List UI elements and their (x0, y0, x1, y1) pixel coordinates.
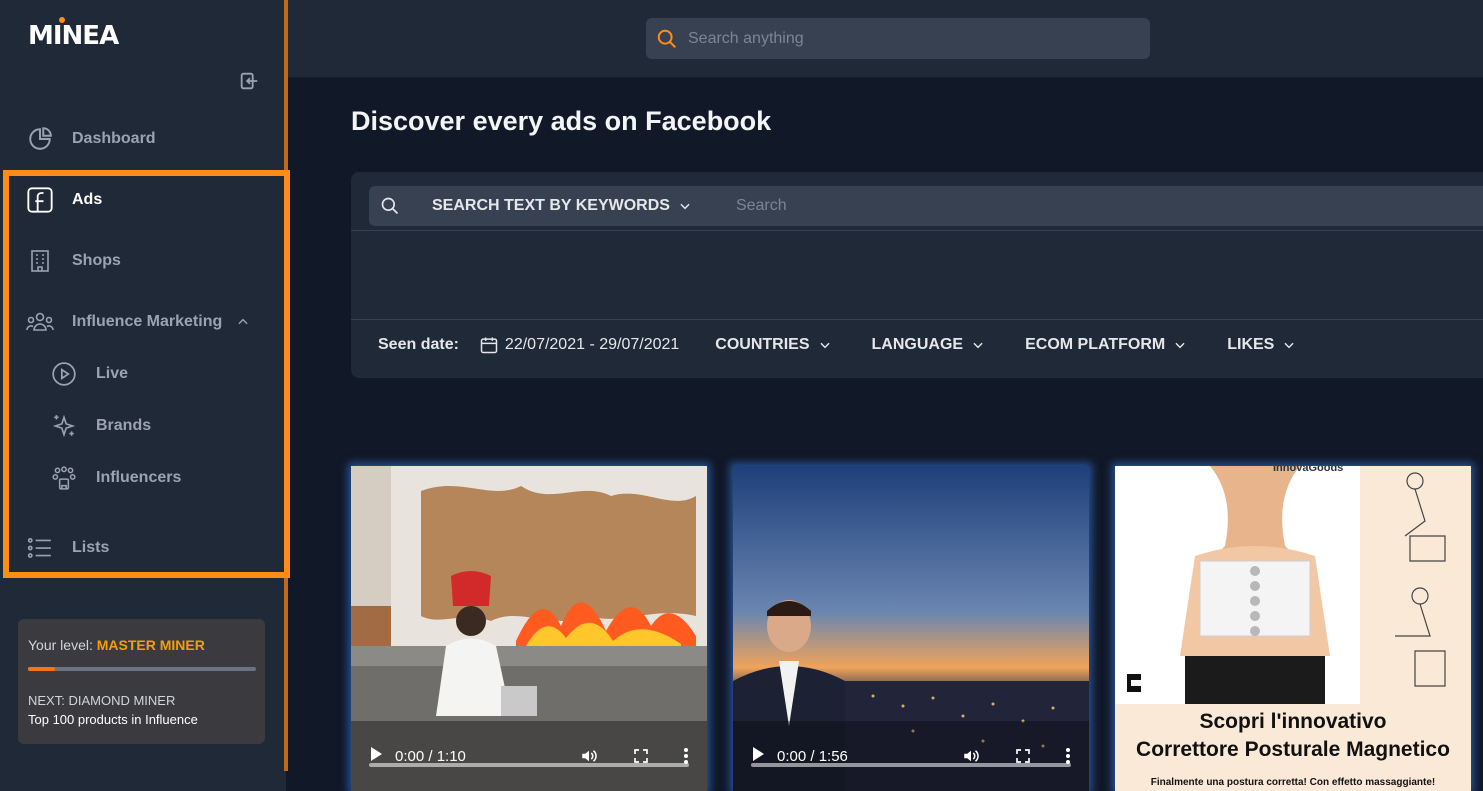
brand-name: InnovaGoods (1273, 466, 1344, 474)
ad-tagline: Finalmente una postura corretta! Con eff… (1150, 777, 1436, 788)
level-line: Your level: MASTER MINER (28, 637, 255, 653)
likes-dropdown[interactable]: LIKES (1227, 336, 1296, 354)
pie-chart-icon (26, 125, 54, 153)
play-circle-icon (50, 360, 78, 388)
video-controls: 0:00 / 1:10 (351, 721, 707, 791)
sidebar-item-live[interactable]: Live (50, 359, 128, 389)
sidebar: MINEA Dashboard Ads Shops Influence Mark… (0, 0, 286, 791)
sidebar-item-label: Brands (96, 417, 152, 434)
sparkles-icon (50, 412, 78, 440)
logout-arrow-icon (240, 72, 258, 90)
dropdown-label: ECOM PLATFORM (1025, 336, 1166, 353)
sidebar-item-label: Lists (72, 539, 110, 556)
keyword-search-input[interactable] (735, 197, 1336, 215)
facebook-icon (26, 186, 54, 214)
minea-logo[interactable]: MINEA (28, 14, 138, 48)
ecom-platform-dropdown[interactable]: ECOM PLATFORM (1025, 336, 1187, 354)
video-scrubber[interactable] (751, 763, 1071, 767)
ad-headline-1: Scopri l'innovativo (1199, 710, 1387, 733)
level-label: Your level: (28, 637, 93, 653)
sidebar-scrollbar[interactable] (284, 0, 288, 771)
sidebar-item-shops[interactable]: Shops (26, 246, 121, 276)
sidebar-item-influence-marketing[interactable]: Influence Marketing (26, 307, 250, 337)
dropdown-label: LIKES (1227, 336, 1275, 353)
global-search[interactable] (646, 18, 1150, 59)
level-progress-fill (28, 667, 56, 671)
level-progress-bar (28, 667, 256, 671)
sidebar-item-label: Influence Marketing (72, 313, 223, 330)
keyword-search-bar[interactable]: SEARCH TEXT BY KEYWORDS (369, 186, 1483, 226)
countries-dropdown[interactable]: COUNTRIES (715, 336, 831, 354)
sidebar-item-label: Dashboard (72, 130, 156, 147)
search-icon[interactable] (369, 196, 411, 216)
fullscreen-icon[interactable] (1015, 748, 1031, 764)
sidebar-item-label: Influencers (96, 469, 182, 486)
chevron-down-icon (818, 338, 832, 352)
filter-row: Seen date: 22/07/2021 - 29/07/2021 COUNT… (378, 333, 1336, 357)
level-value: MASTER MINER (96, 637, 205, 653)
video-controls: 0:00 / 1:56 (733, 721, 1089, 791)
seen-date-label: Seen date: (378, 336, 459, 353)
fullscreen-icon[interactable] (633, 748, 649, 764)
dropdown-label: LANGUAGE (871, 336, 964, 353)
page-title: Discover every ads on Facebook (351, 106, 772, 136)
chevron-down-icon (1173, 338, 1187, 352)
ad-headline-2: Correttore Posturale Magnetico (1136, 738, 1450, 761)
top-bar (288, 0, 1483, 78)
search-mode-dropdown[interactable]: SEARCH TEXT BY KEYWORDS (432, 197, 692, 215)
sidebar-item-label: Live (96, 365, 129, 382)
video-time: 0:00 / 1:10 (395, 747, 466, 765)
chevron-down-icon (971, 338, 985, 352)
search-mode-label: SEARCH TEXT BY KEYWORDS (432, 197, 670, 214)
calendar-icon (479, 335, 499, 355)
global-search-input[interactable] (688, 29, 1108, 48)
sidebar-item-brands[interactable]: Brands (50, 411, 151, 441)
date-range-picker[interactable]: 22/07/2021 - 29/07/2021 (479, 335, 679, 355)
chevron-down-icon (1282, 338, 1296, 352)
dropdown-label: COUNTRIES (715, 336, 810, 353)
ad-card[interactable]: 0:00 / 1:56 (733, 466, 1089, 791)
list-icon (26, 534, 54, 562)
collapse-sidebar-button[interactable] (236, 68, 262, 94)
sidebar-item-ads[interactable]: Ads (26, 185, 102, 215)
sidebar-item-label: Ads (72, 191, 103, 208)
sidebar-item-label: Shops (72, 252, 121, 269)
chevron-up-icon (236, 315, 250, 329)
influencers-icon (50, 464, 78, 492)
search-icon (657, 29, 676, 48)
language-dropdown[interactable]: LANGUAGE (872, 336, 986, 354)
divider (351, 230, 1483, 231)
sidebar-item-lists[interactable]: Lists (26, 533, 109, 563)
logo-text: MINEA (28, 21, 119, 48)
next-level: NEXT: DIAMOND MINER (28, 693, 176, 708)
level-card: Your level: MASTER MINER NEXT: DIAMOND M… (18, 619, 265, 744)
date-range-value: 22/07/2021 - 29/07/2021 (504, 336, 680, 353)
filter-panel: SEARCH TEXT BY KEYWORDS Seen date: 22/07… (351, 172, 1483, 378)
ad-card[interactable]: InnovaGoods Scopri l'innovativo Corretto… (1115, 466, 1471, 791)
users-group-icon (26, 308, 54, 336)
video-scrubber[interactable] (369, 763, 689, 767)
divider (351, 319, 1483, 320)
next-level-reward: Top 100 products in Influence (28, 712, 198, 727)
video-time: 0:00 / 1:56 (777, 747, 848, 765)
chevron-down-icon (678, 199, 692, 213)
building-icon (26, 247, 54, 275)
sidebar-item-influencers[interactable]: Influencers (50, 463, 181, 493)
ad-card[interactable]: 0:00 / 1:10 (351, 466, 707, 791)
sidebar-item-dashboard[interactable]: Dashboard (26, 124, 156, 154)
